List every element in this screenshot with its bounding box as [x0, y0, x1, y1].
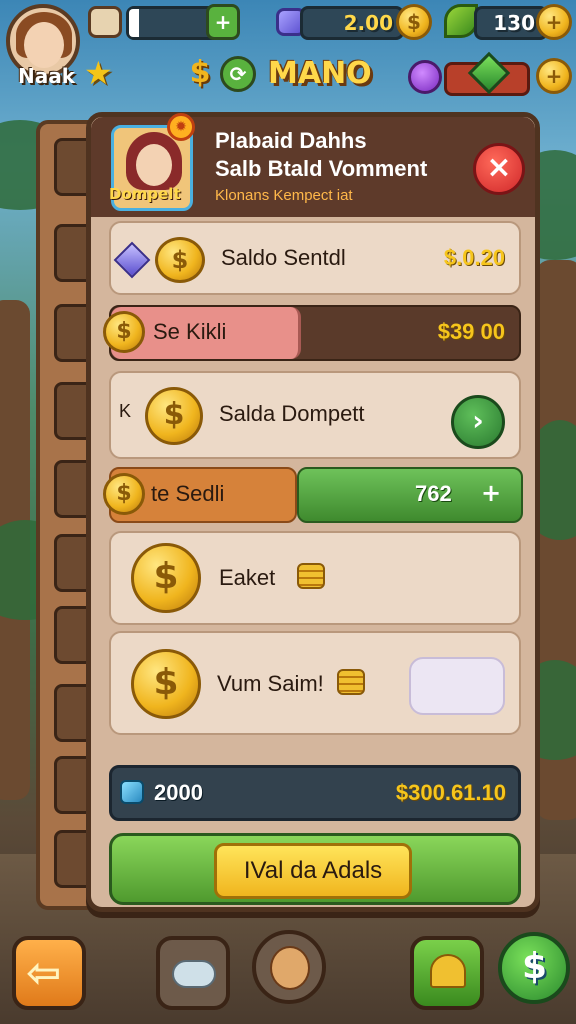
coin-icon: $ — [131, 649, 201, 719]
gem-icon — [120, 780, 144, 804]
back-arrow-icon: ⇦ — [26, 948, 62, 997]
kikli-label: Se Kikli — [153, 319, 227, 344]
refresh-icon[interactable]: ⟳ — [220, 56, 256, 92]
shop-button[interactable] — [410, 936, 484, 1010]
primary-action-bar: IVal da Adals — [109, 833, 521, 905]
summary-left-value: 2000 — [154, 780, 203, 805]
coin-icon: $ — [131, 543, 201, 613]
leaf-icon — [444, 4, 478, 38]
saldo-row: $ Saldo Sentdl $.0.20 — [109, 221, 521, 295]
gem-counter: 2.00 — [300, 6, 404, 40]
coin-pile-icon — [337, 669, 365, 695]
dompet-label: Salda Dompett — [219, 401, 365, 426]
energy-icon — [88, 6, 122, 38]
back-button[interactable]: ⇦ — [12, 936, 86, 1010]
vum-label: Vum Saim! — [217, 671, 324, 696]
coin-stack-icon: $ — [155, 237, 205, 283]
dompet-prefix: K — [119, 401, 132, 421]
summary-bar: 2000 $300.61.10 — [109, 765, 521, 821]
vum-action-button[interactable] — [409, 657, 505, 715]
character-face-icon — [270, 946, 310, 990]
plus-icon[interactable]: + — [481, 479, 501, 507]
crystal-icon — [113, 241, 151, 279]
cloud-icon — [172, 960, 216, 988]
dialog-subtitle: Klonans Kempect iat — [215, 187, 353, 204]
potion-icon — [408, 60, 442, 94]
primary-action-button[interactable]: IVal da Adals — [214, 843, 412, 899]
coin-icon: $ — [103, 473, 145, 515]
sendi-bar: $ te Sedli 762 + — [103, 467, 523, 523]
player-name: Naak — [18, 64, 76, 88]
sendi-value: 762 — [415, 481, 452, 506]
game-title-logo: MANO — [268, 56, 372, 91]
dialog-header: ✹ Dompelt Plabaid Dahhs Salb Btald Vomme… — [91, 113, 535, 217]
leaf-plus-button[interactable]: + — [536, 4, 572, 40]
eaket-label: Eaket — [219, 565, 276, 590]
coin-icon: $ — [103, 311, 145, 353]
dollar-icon: $ — [522, 946, 548, 987]
vum-row[interactable]: $ Vum Saim! — [109, 631, 521, 735]
wallet-dialog: ✹ Dompelt Plabaid Dahhs Salb Btald Vomme… — [86, 112, 540, 912]
star-icon: ★ — [84, 54, 113, 92]
saldo-label: Saldo Sentdl — [221, 245, 346, 270]
currency-button[interactable]: $ — [498, 932, 570, 1004]
dompet-arrow-button[interactable]: › — [451, 395, 505, 449]
dialog-title: Plabaid Dahhs Salb Btald Vomment — [215, 127, 427, 183]
dompet-row[interactable]: K $ Salda Dompett › — [109, 371, 521, 459]
energy-plus-button[interactable]: + — [206, 4, 240, 40]
close-button[interactable]: × — [473, 143, 525, 195]
eaket-row[interactable]: $ Eaket — [109, 531, 521, 625]
character-button[interactable] — [252, 930, 326, 1004]
dialog-title-line2: Salb Btald Vomment — [215, 156, 428, 181]
coin-pile-icon — [297, 563, 325, 589]
portrait-label: Dompelt — [109, 185, 181, 203]
kikli-bar: $ Se Kikli $39 00 — [103, 305, 521, 361]
saldo-value: $.0.20 — [443, 245, 505, 270]
coin-icon[interactable]: $ — [396, 4, 432, 40]
gauge-plus-button[interactable]: + — [536, 58, 572, 94]
top-hud: Naak ★ + 2.00 $ 130 + $ ⟳ MANO + — [0, 0, 576, 110]
dollar-icon: $ — [189, 55, 211, 90]
sendi-label: te Sedli — [151, 481, 225, 506]
summary-right-value: $300.61.10 — [395, 780, 506, 805]
coin-icon: $ — [145, 387, 203, 445]
heart-icon — [430, 954, 466, 988]
gear-badge-icon: ✹ — [167, 113, 195, 141]
dialog-title-line1: Plabaid Dahhs — [215, 128, 367, 153]
cloud-button[interactable] — [156, 936, 230, 1010]
kikli-value: $39 00 — [437, 319, 505, 344]
